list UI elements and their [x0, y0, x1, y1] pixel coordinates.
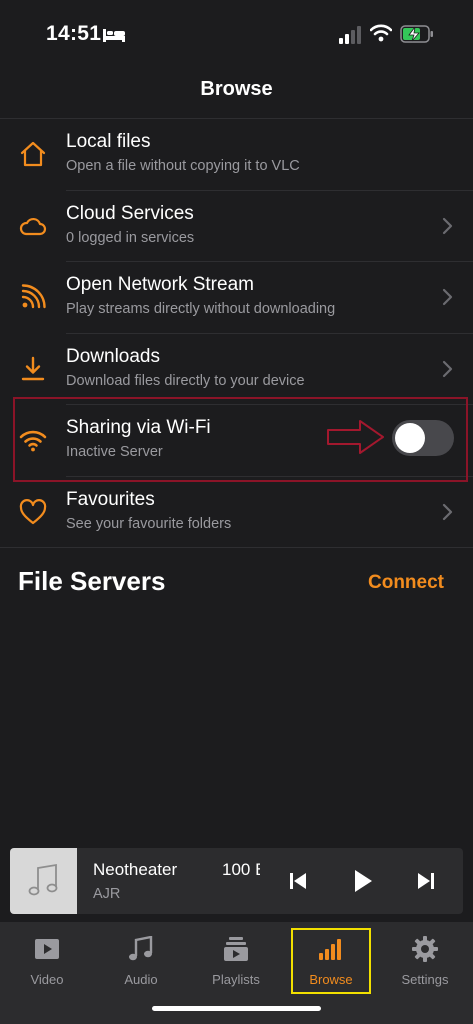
menu-item-title: Favourites [66, 488, 155, 510]
sharing-wifi-toggle[interactable] [392, 420, 454, 456]
menu-item-subtitle: 0 logged in services [66, 229, 195, 246]
tab-label: Audio [124, 972, 158, 987]
connect-button[interactable]: Connect [368, 572, 444, 594]
status-bar: 14:51 [0, 0, 473, 70]
annotation-tab-highlight [291, 928, 371, 994]
divider [0, 547, 473, 548]
tab-settings[interactable]: Settings [385, 928, 465, 996]
track-title: Neotheater [93, 860, 178, 879]
tab-label: Settings [401, 972, 449, 987]
video-icon [35, 939, 59, 959]
tab-video[interactable]: Video [7, 928, 87, 996]
annotation-arrow-icon [327, 420, 384, 454]
menu-item-downloads[interactable]: Downloads Download files directly to you… [0, 334, 473, 405]
menu-item-title: Local files [66, 131, 151, 152]
home-indicator [152, 1006, 321, 1011]
battery-charging-icon [400, 25, 433, 43]
menu-item-subtitle: See your favourite folders [66, 515, 232, 532]
track-artist: AJR [93, 886, 121, 902]
page-title: Browse [200, 78, 273, 100]
file-servers-title: File Servers [18, 566, 166, 596]
menu-item-cloud-services[interactable]: Cloud Services 0 logged in services [0, 191, 473, 262]
music-note-icon [129, 936, 153, 961]
menu-item-subtitle: Download files directly to your device [66, 372, 305, 389]
mini-player[interactable]: Neotheater 100 B AJR [10, 848, 463, 914]
heart-icon [19, 498, 47, 524]
cellular-signal-icon [339, 26, 361, 44]
previous-track-button[interactable] [288, 870, 308, 892]
bed-icon [103, 29, 125, 42]
menu-item-title: Downloads [66, 345, 160, 367]
music-note-icon [28, 863, 58, 896]
tab-label: Playlists [212, 972, 260, 987]
gear-icon [412, 936, 438, 962]
tab-label: Video [30, 972, 64, 987]
tab-playlists[interactable]: Playlists [196, 928, 276, 996]
menu-item-subtitle: Open a file without copying it to VLC [66, 158, 300, 174]
menu-item-network-stream[interactable]: Open Network Stream Play streams directl… [0, 262, 473, 334]
track-extra: 100 B [222, 860, 260, 879]
chevron-right-icon [442, 360, 453, 377]
chevron-right-icon [442, 217, 453, 234]
menu-item-subtitle: Play streams directly without downloadin… [66, 301, 336, 317]
album-artwork [10, 848, 77, 914]
chevron-right-icon [442, 503, 453, 520]
toggle-knob [395, 423, 425, 453]
menu-item-title: Cloud Services [66, 202, 194, 224]
chevron-right-icon [442, 288, 453, 306]
browse-menu-list: Local files Open a file without copying … [0, 119, 473, 548]
wifi-status-icon [370, 24, 392, 42]
status-time: 14:51 [46, 22, 102, 45]
cloud-icon [19, 217, 47, 235]
next-track-button[interactable] [416, 870, 436, 892]
menu-item-favourites[interactable]: Favourites See your favourite folders [0, 477, 473, 548]
tab-audio[interactable]: Audio [101, 928, 181, 996]
menu-item-title: Open Network Stream [66, 274, 254, 295]
download-icon [21, 356, 45, 380]
playlist-icon [224, 937, 248, 961]
menu-item-local-files[interactable]: Local files Open a file without copying … [0, 119, 473, 191]
home-icon [20, 141, 46, 167]
rss-icon [21, 284, 46, 309]
play-button[interactable] [352, 868, 374, 894]
